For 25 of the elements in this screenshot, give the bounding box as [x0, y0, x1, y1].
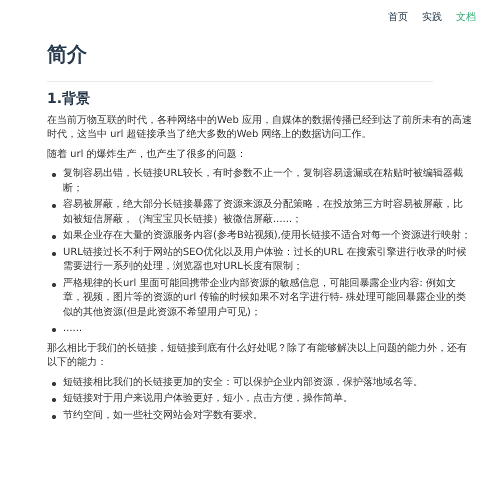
list-item: 复制容易出错，长链接URL较长，有时参数不止一个，复制容易遗漏或在粘贴时被编辑器截断；: [63, 167, 464, 196]
section-heading: 1.背景: [47, 91, 92, 108]
list-item: 严格规律的长url 里面可能回携带企业内部资源的敏感信息，可能回暴露企业内容: 例如文章，视频，图片等的资源的url 传输的时候如果不对名字进行特- 殊处理可能回暴露企业的类似的其他资源(但是此资源不希望用户可见)；: [63, 276, 468, 320]
list-item: 短链接相比我们的长链接更加的安全：可以保护企业内部资源，保护落地域名等。: [63, 376, 423, 390]
list-item: 节约空间，如一些社交网站会对字数有要求。: [63, 408, 263, 422]
bullet-icon: [52, 414, 56, 418]
bullet-icon: [52, 398, 56, 402]
bullet-icon: [52, 204, 56, 208]
list-item: 容易被屏蔽，绝大部分长链接暴露了资源来源及分配策略，在投放第三方时容易被屏蔽，比如被短信屏蔽，（淘宝宝贝长链接）被微信屏蔽......；: [63, 198, 464, 226]
paragraph: 在当前万物互联的时代，各种网络中的Web 应用，自媒体的数据传播已经到达了前所未有的高速时代，这当中 url 超链接承当了绝大多数的Web 网络上的数据访问工作。: [47, 114, 472, 142]
bullet-icon: [52, 328, 56, 332]
bullet-icon: [52, 252, 56, 256]
paragraph: 随着 url 的爆炸生产，也产生了很多的问题：: [47, 148, 248, 162]
list-item: 如果企业存在大量的资源服务内容(参考B站视频),使用长链接不适合对每一个资源进行映射；: [63, 229, 471, 243]
nav-link[interactable]: 实践: [422, 12, 442, 24]
list-item: URL链接过长不利于网站的SEO优化以及用户体验：过长的URL 在搜索引擎进行收录的时候需要进行一系列的处理，浏览器也对URL长度有限制；: [63, 246, 468, 274]
bullet-icon: [52, 382, 56, 386]
paragraph: 那么相比于我们的长链接，短链接到底有什么好处呢？除了有能够解决以上问题的能力外，还有以下的能力：: [47, 342, 468, 370]
bullet-icon: [52, 235, 56, 239]
list-item: ......: [63, 322, 82, 336]
nav-link[interactable]: 首页: [388, 12, 408, 24]
list-item: 短链接对于用户来说用户体验更好，短小，点击方便，操作简单。: [63, 392, 353, 406]
bullet-icon: [52, 173, 56, 177]
page-title: 简介: [47, 42, 88, 67]
bullet-icon: [52, 282, 56, 286]
